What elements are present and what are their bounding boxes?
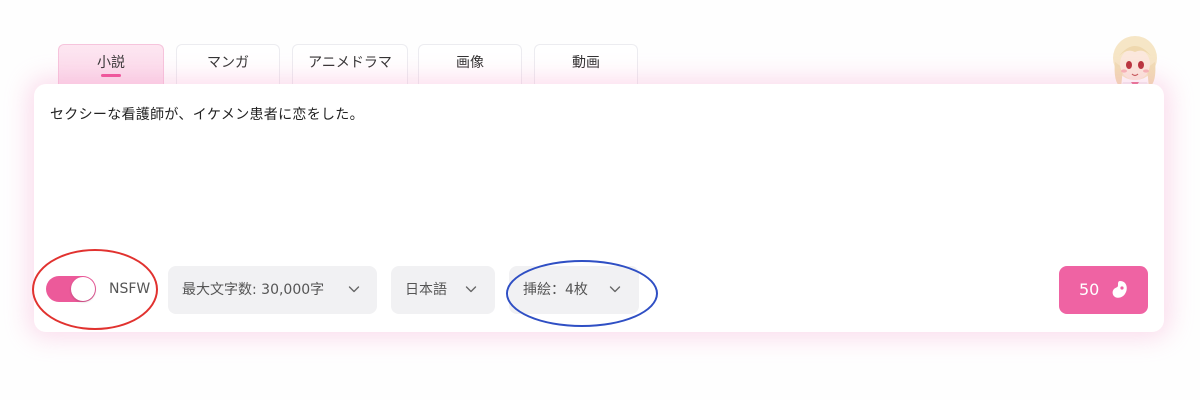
prompt-input[interactable]: セクシーな看護師が、イケメン患者に恋をした。 — [50, 104, 364, 124]
nsfw-toggle[interactable] — [46, 276, 96, 302]
nsfw-label: NSFW — [109, 281, 151, 297]
chevron-down-icon — [609, 286, 621, 293]
bean-icon — [1112, 281, 1127, 298]
chevron-down-icon — [465, 286, 477, 293]
illustrations-dropdown[interactable]: 挿絵：4枚 — [509, 266, 639, 314]
generate-button[interactable]: 50 — [1059, 266, 1148, 314]
language-label: 日本語 — [405, 282, 447, 298]
credit-count: 50 — [1079, 280, 1100, 299]
language-dropdown[interactable]: 日本語 — [391, 266, 495, 314]
tab-anime-drama[interactable]: アニメドラマ — [292, 44, 408, 84]
tab-image[interactable]: 画像 — [418, 44, 522, 84]
chevron-down-icon — [348, 286, 360, 293]
max-chars-dropdown[interactable]: 最大文字数: 30,000字 — [168, 266, 377, 314]
tab-video[interactable]: 動画 — [534, 44, 638, 84]
max-chars-label: 最大文字数: 30,000字 — [182, 282, 325, 298]
avatar[interactable] — [1109, 32, 1161, 92]
toggle-knob — [71, 277, 95, 301]
tab-manga[interactable]: マンガ — [176, 44, 280, 84]
generator-page: 小説 マンガ アニメドラマ 画像 動画 セクシーな看護師が、イケメン患者に恋をし… — [0, 0, 1200, 400]
prompt-card: セクシーな看護師が、イケメン患者に恋をした。 NSFW 最大文字数: 30,00… — [34, 84, 1164, 332]
illustrations-label: 挿絵：4枚 — [523, 282, 588, 298]
tab-novel[interactable]: 小説 — [58, 44, 164, 84]
